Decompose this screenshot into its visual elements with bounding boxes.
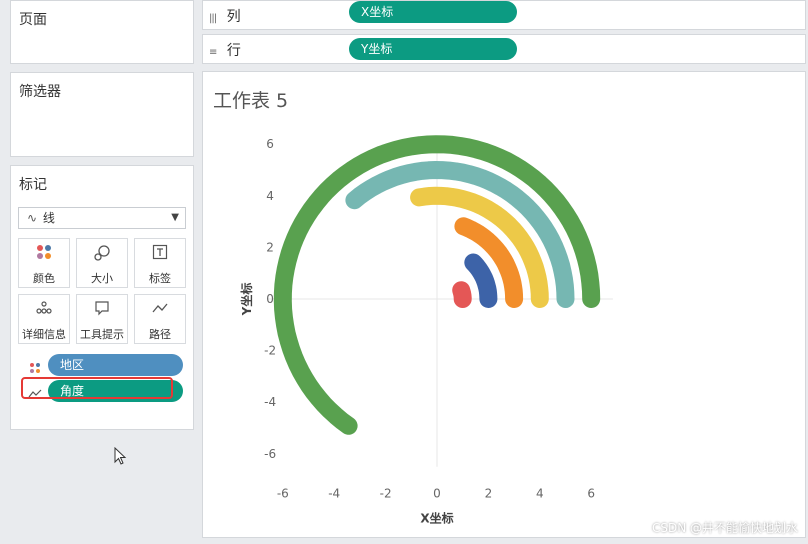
- y-tick-label: 0: [266, 292, 274, 306]
- filters-title: 筛选器: [19, 84, 61, 100]
- y-coordinate-pill[interactable]: Y坐标: [349, 38, 517, 60]
- y-tick-label: -2: [264, 344, 276, 358]
- x-tick-label: -2: [380, 487, 392, 501]
- columns-shelf-label: 列: [226, 9, 241, 25]
- x-coordinate-pill-label: X坐标: [361, 5, 394, 19]
- detail-icon: [19, 300, 69, 322]
- pages-title: 页面: [19, 12, 47, 28]
- x-tick-label: 2: [485, 487, 493, 501]
- tooltip-button[interactable]: 工具提示: [76, 294, 128, 344]
- color-icon: [19, 244, 69, 266]
- rows-icon: ≡: [209, 47, 217, 58]
- tooltip-button-label: 工具提示: [80, 328, 124, 341]
- y-tick-label: 4: [266, 189, 274, 203]
- mark-type-label: 线: [42, 211, 55, 225]
- y-tick-label: 6: [266, 137, 274, 151]
- label-button[interactable]: 标签: [134, 238, 186, 288]
- columns-icon: |||: [209, 13, 217, 24]
- y-axis-label: Y坐标: [239, 283, 254, 317]
- line-icon: ∿: [27, 211, 38, 225]
- rows-shelf[interactable]: ≡ 行 Y坐标: [202, 34, 806, 64]
- rows-shelf-label: 行: [226, 43, 241, 59]
- x-tick-label: -4: [328, 487, 340, 501]
- x-axis-label: X坐标: [420, 511, 453, 526]
- size-icon: [77, 244, 127, 266]
- y-tick-label: -6: [264, 447, 276, 461]
- size-button-label: 大小: [91, 272, 113, 285]
- y-tick-label: -4: [264, 395, 276, 409]
- label-button-label: 标签: [149, 272, 171, 285]
- region-field-pill[interactable]: 地区: [48, 354, 183, 376]
- mark-type-dropdown[interactable]: ∿ 线 ▼: [18, 207, 186, 229]
- x-coordinate-pill[interactable]: X坐标: [349, 1, 517, 23]
- mouse-cursor-icon: [114, 447, 127, 465]
- y-tick-label: 2: [266, 240, 274, 254]
- y-coordinate-pill-label: Y坐标: [361, 42, 393, 56]
- detail-button[interactable]: 详细信息: [18, 294, 70, 344]
- worksheet: 工作表 5 6 4 2 0 -2 -4 -6 -6 -4 -2 0 2 4 6 X坐标 Y坐标: [202, 71, 806, 538]
- highlight-box: [21, 377, 173, 399]
- columns-shelf[interactable]: ||| 列 X坐标: [202, 0, 806, 30]
- filters-panel[interactable]: 筛选器: [10, 72, 194, 157]
- path-button[interactable]: 路径: [134, 294, 186, 344]
- label-icon: [135, 244, 185, 266]
- x-tick-label: 6: [587, 487, 595, 501]
- x-tick-label: 4: [536, 487, 544, 501]
- arc-series-1: [464, 253, 498, 308]
- x-tick-label: 0: [433, 487, 441, 501]
- pages-panel[interactable]: 页面: [10, 0, 194, 64]
- watermark: CSDN @井不能愉快地划水: [651, 521, 798, 535]
- tooltip-icon: [77, 300, 127, 322]
- arc-series-0: [452, 281, 472, 308]
- color-button-label: 颜色: [33, 272, 55, 285]
- path-icon: [135, 300, 185, 322]
- detail-button-label: 详细信息: [22, 328, 66, 341]
- chevron-down-icon: ▼: [171, 212, 179, 223]
- region-field-label: 地区: [60, 358, 85, 372]
- color-button[interactable]: 颜色: [18, 238, 70, 288]
- chart[interactable]: 6 4 2 0 -2 -4 -6 -6 -4 -2 0 2 4 6 X坐标 Y坐标: [203, 72, 805, 537]
- marks-title: 标记: [19, 177, 47, 193]
- size-button[interactable]: 大小: [76, 238, 128, 288]
- region-color-icon: [29, 359, 41, 378]
- x-tick-label: -6: [277, 487, 289, 501]
- path-button-label: 路径: [149, 328, 171, 341]
